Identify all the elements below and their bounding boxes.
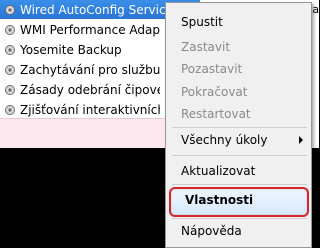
service-name: Zásady odebrání čipové — [20, 82, 160, 97]
gear-icon — [5, 44, 15, 55]
menu-item-restart: Restartovat — [181, 107, 251, 121]
service-name: Zjišťování interaktivních — [20, 102, 160, 117]
menu-separator — [172, 127, 307, 128]
menu-item-all-tasks[interactable]: Všechny úkoly — [181, 131, 267, 149]
service-name: Wired AutoConfig Service — [20, 2, 173, 17]
menu-item-resume: Pokračovat — [181, 85, 248, 99]
service-row[interactable]: Zásady odebrání čipové — [0, 80, 160, 99]
menu-item-all-tasks-label: Všechny úkoly — [181, 133, 268, 147]
menu-item-refresh[interactable]: Aktualizovat — [181, 162, 255, 180]
context-menu: Spustit Zastavit Pozastavit Pokračovat R… — [165, 2, 312, 248]
submenu-arrow-icon — [299, 136, 303, 144]
service-row[interactable]: WMI Performance Adap — [0, 20, 160, 39]
menu-item-pause: Pozastavit — [181, 62, 243, 76]
menu-separator — [172, 184, 307, 185]
gear-icon — [5, 84, 15, 95]
service-name: Zachytávání pro službu — [20, 62, 160, 77]
service-name: WMI Performance Adap — [20, 22, 160, 37]
menu-item-stop: Zastavit — [181, 40, 231, 54]
service-row[interactable]: Yosemite Backup — [0, 40, 160, 59]
menu-separator — [172, 218, 307, 219]
service-row[interactable]: Zachytávání pro službu — [0, 60, 160, 79]
service-name: Yosemite Backup — [20, 42, 122, 57]
service-row[interactable]: Zjišťování interaktivních — [0, 100, 160, 119]
gear-icon — [5, 64, 15, 75]
menu-separator — [172, 155, 307, 156]
menu-item-start[interactable]: Spustit — [181, 13, 223, 31]
gear-icon — [5, 24, 15, 35]
menu-item-properties-label: Vlastnosti — [185, 193, 254, 207]
gear-icon — [5, 4, 15, 15]
menu-item-properties[interactable]: Vlastnosti — [169, 187, 309, 217]
gear-icon — [5, 104, 15, 115]
menu-item-help[interactable]: Nápověda — [181, 222, 242, 240]
